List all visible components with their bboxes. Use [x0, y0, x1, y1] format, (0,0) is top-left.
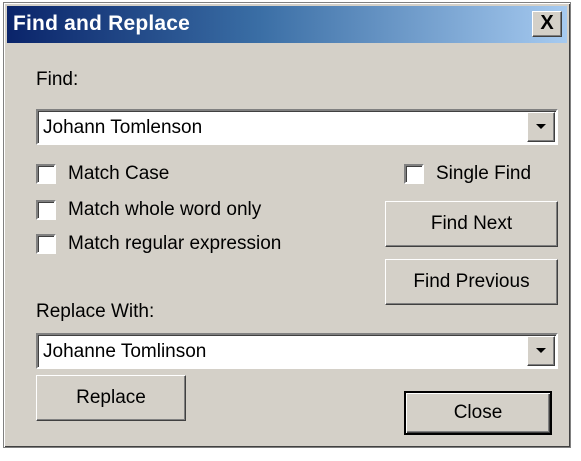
single-find-label: Single Find [436, 163, 532, 184]
find-label: Find: [36, 69, 79, 90]
close-label: Close [453, 402, 503, 423]
chevron-down-icon[interactable] [527, 336, 555, 366]
match-regex-box[interactable] [36, 234, 56, 254]
find-replace-dialog: Find and Replace X Find: Johann Tomlenso… [3, 2, 571, 448]
match-case-label: Match Case [68, 163, 170, 184]
window-title: Find and Replace [13, 12, 191, 35]
replace-label: Replace With: [36, 301, 155, 322]
match-whole-word-box[interactable] [36, 200, 56, 220]
find-next-label: Find Next [430, 213, 513, 234]
find-combobox[interactable]: Johann Tomlenson [36, 109, 558, 145]
replace-label-text: Replace [76, 387, 146, 408]
match-regex-label: Match regular expression [68, 233, 282, 254]
replace-input[interactable]: Johanne Tomlinson [43, 341, 206, 363]
close-button[interactable]: Close [404, 391, 552, 435]
match-case-checkbox[interactable]: Match Case [36, 163, 169, 185]
find-previous-label: Find Previous [413, 271, 530, 292]
match-whole-word-label: Match whole word only [68, 199, 262, 220]
match-whole-word-checkbox[interactable]: Match whole word only [36, 199, 261, 221]
match-regex-checkbox[interactable]: Match regular expression [36, 233, 281, 255]
single-find-box[interactable] [404, 164, 424, 184]
find-input[interactable]: Johann Tomlenson [43, 117, 202, 139]
replace-combobox[interactable]: Johanne Tomlinson [36, 333, 558, 369]
find-next-button[interactable]: Find Next [385, 201, 558, 247]
match-case-box[interactable] [36, 164, 56, 184]
find-previous-button[interactable]: Find Previous [385, 259, 558, 305]
close-icon[interactable]: X [532, 11, 562, 37]
single-find-checkbox[interactable]: Single Find [404, 163, 531, 185]
title-bar[interactable]: Find and Replace X [7, 6, 567, 43]
replace-button[interactable]: Replace [36, 375, 186, 421]
chevron-down-icon[interactable] [527, 112, 555, 142]
